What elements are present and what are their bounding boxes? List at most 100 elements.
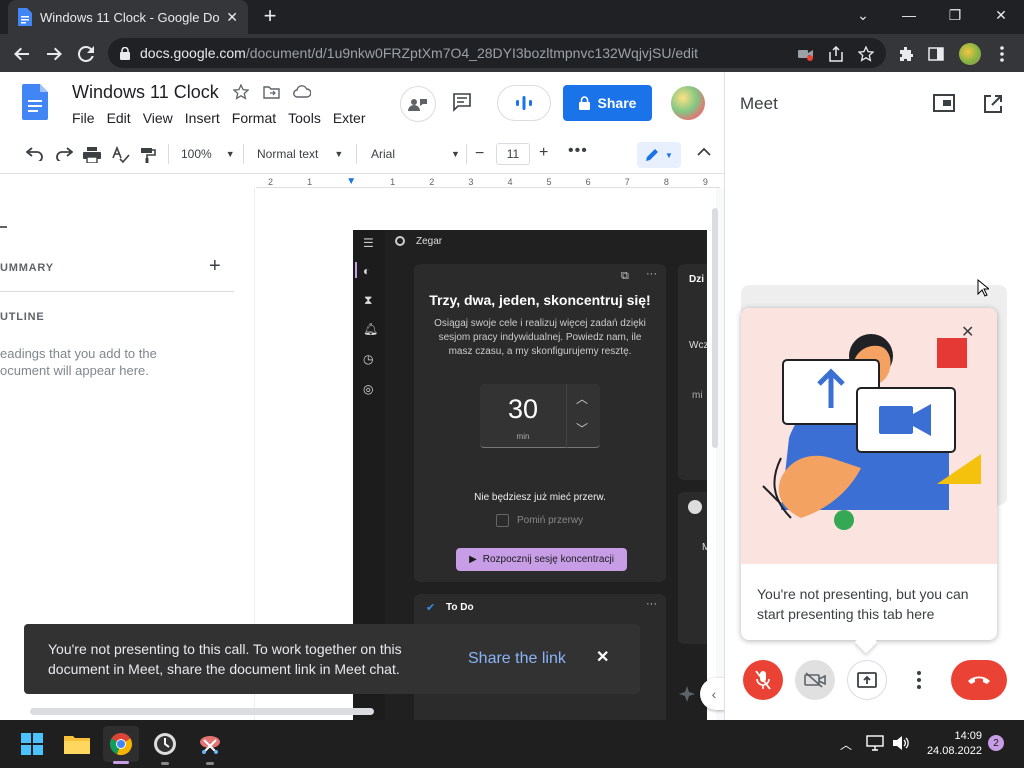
mouse-cursor-icon	[977, 279, 989, 297]
ruler[interactable]: 2 1 ▼ 1 2 3 4 5 6 7 8 9	[256, 176, 720, 188]
clock-taskbar-icon[interactable]	[147, 726, 183, 762]
ruler-tick: 1	[307, 176, 313, 187]
share-button[interactable]: Share	[563, 85, 652, 121]
docs-favicon-icon	[18, 8, 32, 26]
account-avatar[interactable]	[671, 86, 705, 120]
paint-format-icon[interactable]	[140, 147, 156, 163]
start-button[interactable]	[14, 726, 50, 762]
increase-font-size-button[interactable]: +	[539, 144, 548, 162]
toast-line: document in Meet, share the document lin…	[48, 661, 400, 677]
comments-icon[interactable]	[452, 92, 472, 112]
snipping-tool-icon[interactable]	[192, 726, 228, 762]
spellcheck-icon[interactable]	[112, 146, 130, 164]
open-in-new-icon[interactable]	[983, 94, 1003, 114]
present-tab-button[interactable]	[847, 660, 887, 700]
menu-view[interactable]: View	[143, 110, 173, 126]
style-select[interactable]: Normal text ▼	[257, 147, 343, 161]
show-hidden-icons[interactable]: ︿	[840, 736, 852, 753]
camera-off-button[interactable]	[795, 660, 835, 700]
indent-marker-icon[interactable]: ▼	[346, 176, 356, 187]
undo-icon[interactable]	[26, 147, 44, 161]
profile-avatar[interactable]	[956, 40, 984, 68]
decrease-font-size-button[interactable]: −	[475, 145, 484, 163]
volume-icon[interactable]	[892, 735, 910, 751]
new-tab-button[interactable]: +	[258, 5, 282, 28]
divider	[566, 384, 567, 448]
picture-in-picture-icon[interactable]	[933, 94, 955, 112]
microphone-off-button[interactable]	[743, 660, 783, 700]
menu-edit[interactable]: Edit	[107, 110, 131, 126]
chevron-up-icon: ︿	[576, 392, 589, 406]
dismiss-toast-button[interactable]: ✕	[596, 648, 609, 668]
url-path: /document/d/1u9nkw0FRZptXm7O4_28DYI3bozl…	[245, 45, 698, 61]
horizontal-scrollbar[interactable]	[30, 708, 374, 715]
present-message-line: You're not presenting, but you can	[757, 586, 969, 602]
docs-logo-icon[interactable]	[22, 84, 48, 120]
browser-tab[interactable]: Windows 11 Clock - Google Docs ✕	[8, 0, 248, 34]
document-title[interactable]: Windows 11 Clock	[72, 82, 219, 103]
add-summary-button[interactable]: +	[209, 255, 221, 278]
back-button[interactable]	[8, 40, 36, 68]
outline-heading: UTLINE	[0, 311, 45, 323]
chevron-down-icon: ▼	[225, 149, 235, 159]
menu-extensions[interactable]: Exter	[333, 110, 366, 126]
address-bar[interactable]: docs.google.com /document/d/1u9nkw0FRZpt…	[108, 38, 886, 68]
extensions-icon[interactable]	[892, 40, 920, 68]
menu-format[interactable]: Format	[232, 110, 276, 126]
tab-strip: Windows 11 Clock - Google Docs ✕ + ⌄ — ❐…	[0, 0, 1024, 34]
collapse-menus-icon[interactable]	[697, 147, 711, 157]
ruler-tick: 8	[663, 176, 669, 187]
redo-icon[interactable]	[55, 147, 73, 161]
explore-icon[interactable]	[675, 682, 699, 706]
forward-button[interactable]	[40, 40, 68, 68]
network-icon[interactable]	[866, 735, 884, 751]
bookmark-star-icon[interactable]	[852, 40, 880, 68]
checkbox-box	[496, 514, 509, 527]
more-tools-icon[interactable]: •••	[568, 142, 588, 160]
show-activity-button[interactable]	[400, 86, 436, 122]
print-icon[interactable]	[83, 147, 101, 163]
more-options-button[interactable]	[899, 660, 939, 700]
running-app-indicator	[161, 762, 169, 765]
chrome-menu-icon[interactable]	[988, 40, 1016, 68]
reload-button[interactable]	[72, 40, 100, 68]
close-popup-button[interactable]: ✕	[961, 322, 974, 342]
menu-file[interactable]: File	[72, 110, 95, 126]
cloud-saved-icon[interactable]	[293, 85, 311, 98]
camera-blocked-icon[interactable]	[792, 40, 820, 68]
formatting-toolbar: 100% ▼ Normal text ▼ Arial ▼ − 11 + ••• ▼	[0, 136, 724, 174]
system-clock[interactable]: 14:09 24.08.2022	[918, 729, 982, 759]
side-panel-icon[interactable]	[922, 40, 950, 68]
editing-mode-button[interactable]: ▼	[637, 142, 681, 168]
close-window-button[interactable]: ✕	[978, 0, 1024, 30]
zoom-select[interactable]: 100% ▼	[181, 147, 235, 161]
meet-call-button[interactable]	[497, 85, 551, 121]
chrome-taskbar-icon[interactable]	[103, 726, 139, 762]
close-tab-icon[interactable]: ✕	[226, 9, 238, 26]
move-folder-icon[interactable]	[263, 85, 280, 99]
timer-icon: ⧗	[364, 293, 373, 307]
ruler-tick: 3	[468, 176, 474, 187]
menu-tools[interactable]: Tools	[288, 110, 321, 126]
docs-window: Windows 11 Clock File Edit View Insert F…	[0, 72, 724, 720]
file-explorer-icon[interactable]	[59, 726, 95, 762]
menu-insert[interactable]: Insert	[185, 110, 220, 126]
vertical-scrollbar[interactable]	[712, 208, 718, 448]
star-icon[interactable]	[233, 84, 249, 100]
minimize-button[interactable]: —	[886, 0, 932, 30]
back-arrow-icon[interactable]	[0, 226, 7, 228]
collapse-side-panel-icon[interactable]: ‹	[700, 678, 724, 710]
font-size-input[interactable]: 11	[496, 143, 530, 165]
notification-badge[interactable]: 2	[988, 735, 1004, 751]
outline-hint-line: ocument will appear here.	[0, 363, 149, 378]
leave-call-button[interactable]	[951, 660, 1007, 700]
font-select[interactable]: Arial ▼	[371, 147, 460, 161]
tab-search-icon[interactable]: ⌄	[840, 0, 886, 30]
summary-heading: UMMARY	[0, 262, 54, 274]
present-message: You're not presenting, but you can start…	[757, 584, 969, 624]
focus-card: ⧉ ··· Trzy, dwa, jeden, skoncentruj się!…	[414, 264, 666, 582]
play-icon: ▶	[469, 554, 477, 565]
restore-button[interactable]: ❐	[932, 0, 978, 30]
share-link-button[interactable]: Share the link	[468, 649, 566, 669]
share-page-icon[interactable]	[822, 40, 850, 68]
